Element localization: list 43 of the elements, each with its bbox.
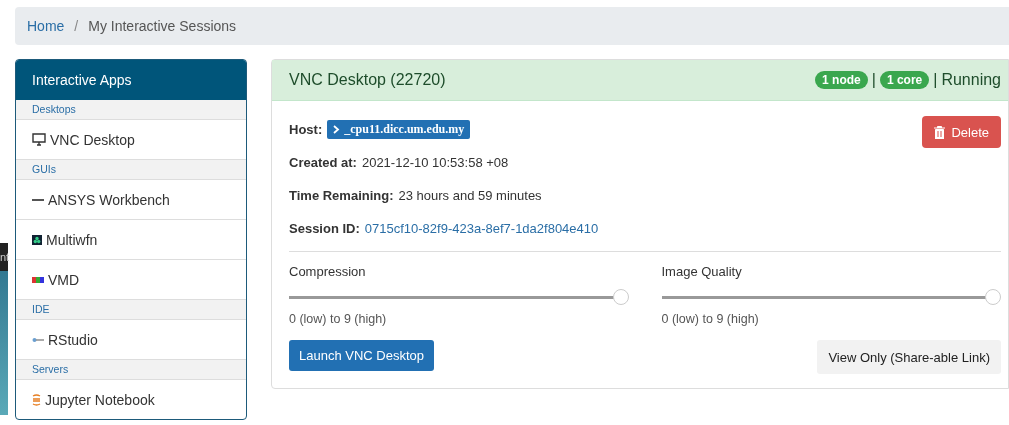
notebook-logo-icon [32, 393, 41, 406]
field-value: 23 hours and 59 minutes [398, 188, 542, 203]
app-link[interactable]: ANSYS Workbench [16, 180, 246, 220]
resource-badge: 1 core [879, 71, 930, 89]
session-status: Running [941, 71, 1001, 89]
group-header: IDE [16, 300, 246, 320]
field-label: Created at: [289, 155, 357, 170]
launch-button[interactable]: Launch VNC Desktop [289, 340, 434, 371]
slider-hint: 0 (low) to 9 (high) [289, 312, 388, 326]
app-logo-icon [32, 234, 42, 245]
breadcrumb-current: My Interactive Sessions [88, 18, 237, 34]
slider-label: Compression [289, 264, 367, 279]
session-id-link[interactable]: 0715cf10-82f9-423a-8ef7-1da2f804e410 [364, 221, 599, 236]
slider[interactable] [661, 289, 1001, 305]
group-header: GUIs [16, 160, 246, 180]
group-header: Desktops [16, 100, 246, 120]
group-header: Servers [16, 360, 246, 380]
delete-button[interactable]: Delete [922, 116, 1001, 148]
terminal-icon [333, 124, 342, 134]
app-link[interactable]: Jupyter Notebook [16, 380, 246, 419]
app-link[interactable]: Multiwfn [16, 220, 246, 260]
slider-thumb[interactable] [612, 289, 629, 305]
field-label: Time Remaining: [289, 188, 394, 203]
separator: | [933, 71, 938, 89]
panel-header: Interactive Apps [16, 60, 246, 100]
field-label: Host: [289, 121, 323, 137]
host-button[interactable]: _cpu11.dicc.um.edu.my [327, 119, 471, 139]
view-only-button[interactable]: View Only (Share-able Link) [817, 340, 1001, 374]
trash-icon [934, 125, 946, 139]
resource-badge: 1 node [815, 71, 868, 89]
breadcrumb-link[interactable]: Home [27, 18, 65, 34]
connector-icon [32, 336, 44, 343]
app-logo-icon [32, 276, 44, 283]
monitor-icon [32, 133, 46, 146]
field-value: 2021-12-10 10:53:58 +08 [361, 155, 509, 170]
breadcrumb-separator: / [74, 18, 79, 34]
separator: | [871, 71, 876, 89]
field-label: Session ID: [289, 221, 360, 236]
slider-hint: 0 (low) to 9 (high) [661, 312, 760, 326]
slider-label: Image Quality [661, 264, 743, 279]
slider[interactable] [289, 289, 629, 305]
session-title: VNC Desktop (22720) [289, 71, 446, 89]
slider-thumb[interactable] [985, 289, 1001, 305]
